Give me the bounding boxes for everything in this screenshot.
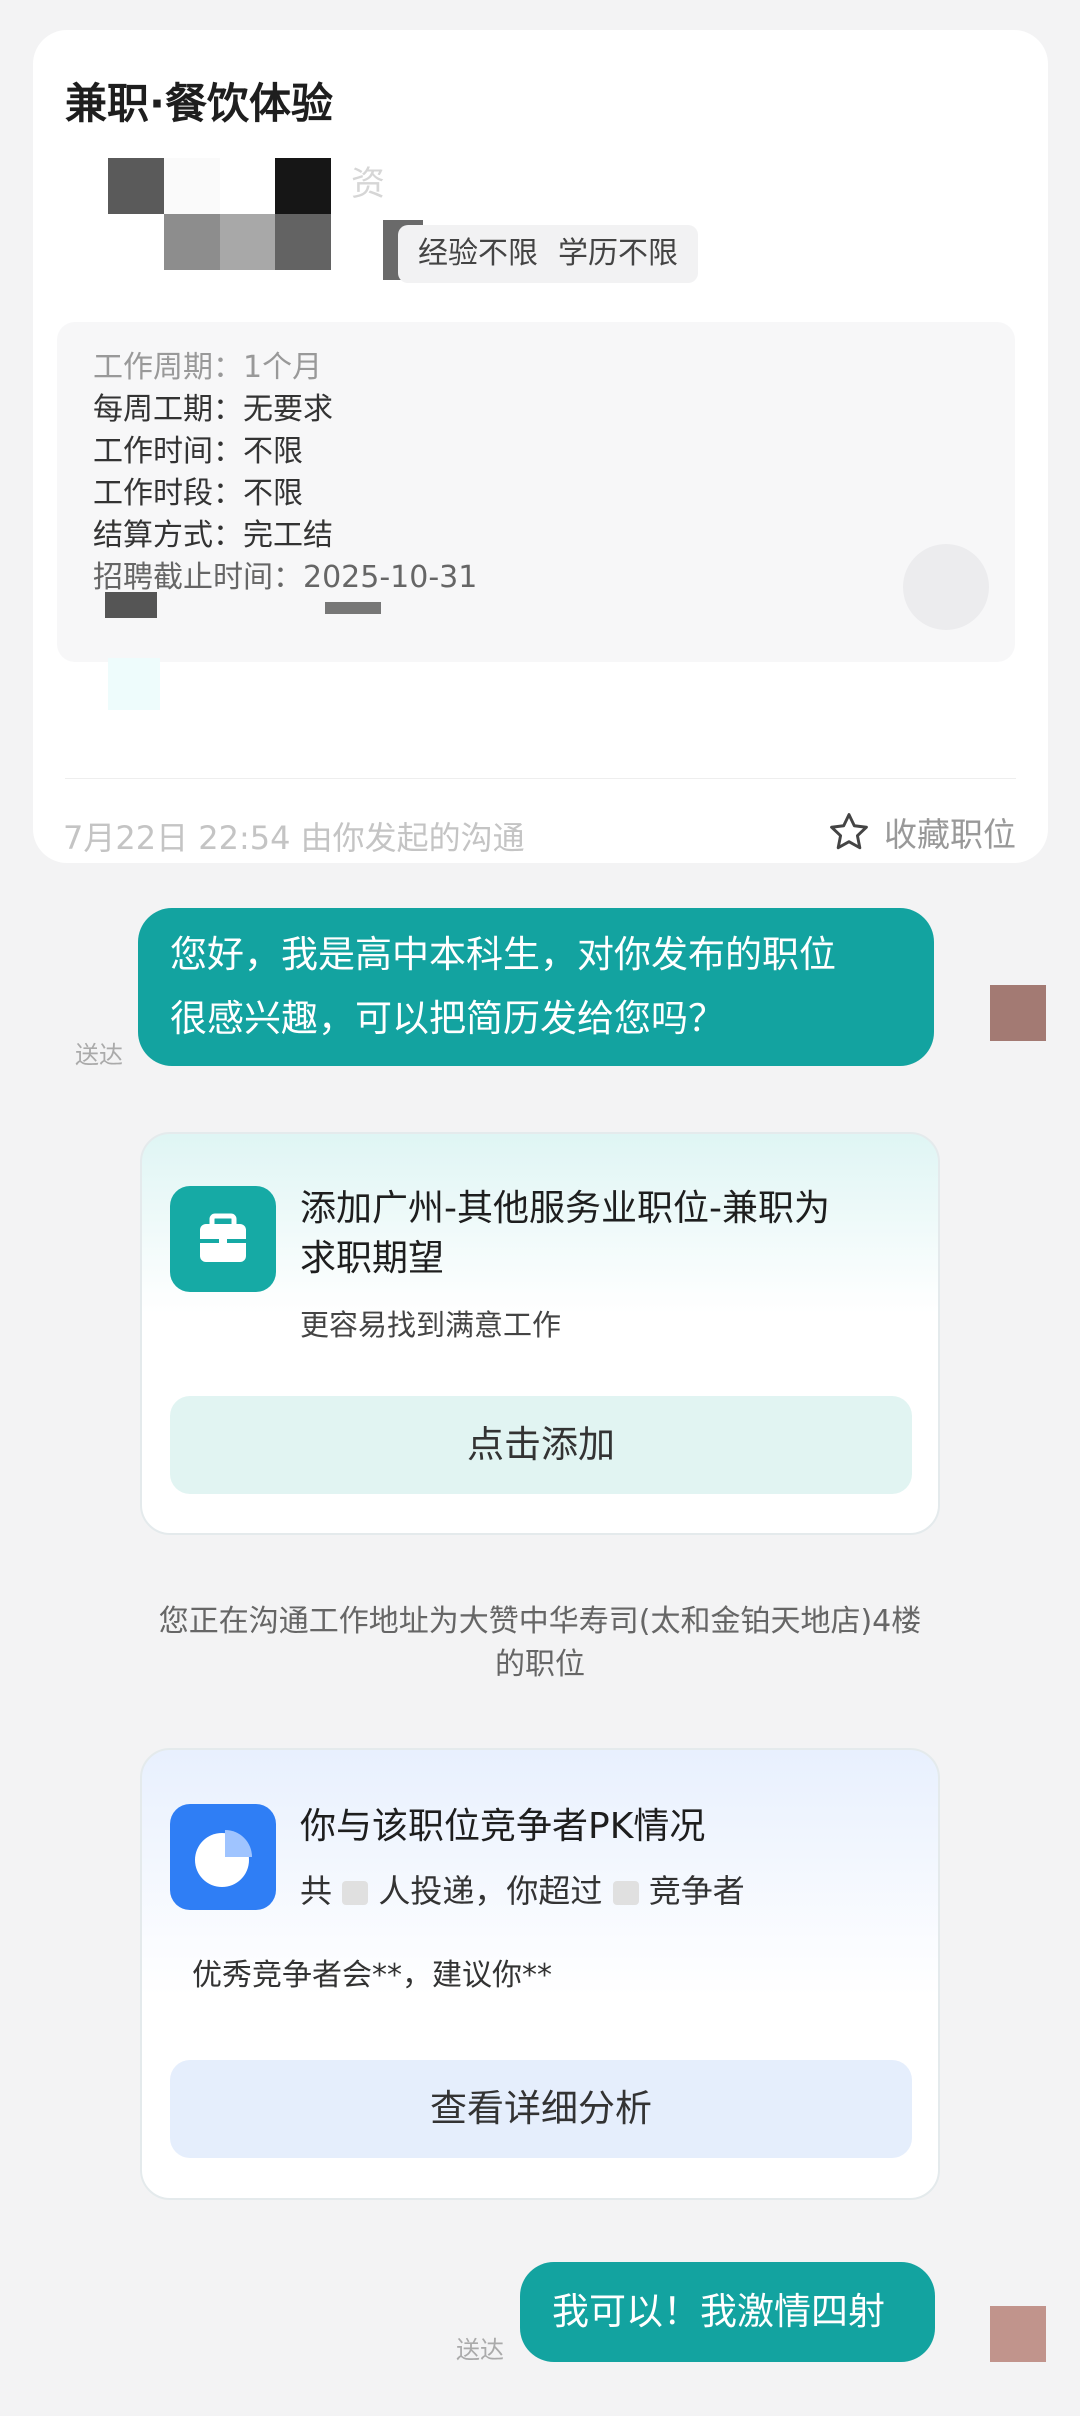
pixelated-block	[325, 602, 381, 614]
salary-fragment: 资	[351, 164, 385, 204]
address-notice-line2: 的职位	[495, 1647, 585, 1682]
hidden-count	[612, 1881, 639, 1905]
job-details-panel: 工作周期：1个月 每周工期：无要求 工作时间：不限 工作时段：不限 结算方式：完…	[57, 322, 1015, 662]
message-bubble-sent[interactable]: 您好，我是高中本科生，对你发布的职位 很感兴趣，可以把简历发给您吗？	[138, 908, 934, 1066]
message-line: 很感兴趣，可以把简历发给您吗？	[170, 997, 725, 1040]
pk-advice: 优秀竞争者会**，建议你**	[192, 1958, 552, 1993]
favorite-job-button[interactable]: 收藏职位	[826, 808, 1016, 856]
pk-stat-prefix: 共	[300, 1872, 333, 1910]
briefcase-icon	[170, 1186, 276, 1292]
detail-deadline: 招聘截止时间：2025-10-31	[93, 560, 478, 595]
message-status: 送达	[75, 1041, 123, 1069]
detail-settlement: 结算方式：完工结	[93, 518, 333, 553]
tag-experience: 经验不限	[398, 225, 558, 283]
pixelated-block	[105, 592, 157, 618]
pk-stats: 共 人投递，你超过 竞争者	[300, 1866, 745, 1912]
job-title: 兼职·餐饮体验	[65, 79, 333, 128]
expectation-title-line2: 求职期望	[300, 1238, 445, 1279]
job-expectation-card: 添加广州-其他服务业职位-兼职为 求职期望 更容易找到满意工作 点击添加	[140, 1132, 940, 1535]
avatar[interactable]	[990, 985, 1046, 1041]
pk-stat-suffix: 竞争者	[648, 1872, 745, 1910]
expectation-title-line1: 添加广州-其他服务业职位-兼职为	[300, 1188, 830, 1229]
address-notice-line1: 您正在沟通工作地址为大赞中华寿司(太和金铂天地店)4楼	[158, 1604, 922, 1639]
message-status: 送达	[456, 2336, 504, 2364]
chat-start-time: 7月22日 22:54 由你发起的沟通	[63, 819, 525, 857]
competitor-pk-card: 你与该职位竞争者PK情况 共 人投递，你超过 竞争者 优秀竞争者会**，建议你*…	[140, 1748, 940, 2200]
add-expectation-button[interactable]: 点击添加	[170, 1396, 912, 1494]
expectation-subtitle: 更容易找到满意工作	[300, 1308, 562, 1342]
avatar[interactable]	[990, 2306, 1046, 2362]
tag-education: 学历不限	[538, 225, 698, 283]
pk-stat-mid: 人投递，你超过	[378, 1872, 603, 1910]
star-icon	[830, 813, 868, 850]
pie-chart-icon	[170, 1804, 276, 1910]
view-analysis-button[interactable]: 查看详细分析	[170, 2060, 912, 2158]
pk-title: 你与该职位竞争者PK情况	[300, 1806, 706, 1847]
detail-period: 工作周期：1个月	[93, 350, 323, 385]
detail-weekly: 每周工期：无要求	[93, 392, 333, 427]
message-bubble-sent[interactable]: 我可以！我激情四射	[520, 2262, 935, 2362]
message-line: 您好，我是高中本科生，对你发布的职位	[170, 933, 836, 976]
address-notice: 您正在沟通工作地址为大赞中华寿司(太和金铂天地店)4楼 的职位	[140, 1600, 940, 1686]
pixelated-block	[108, 658, 160, 710]
job-card[interactable]: 兼职·餐饮体验 资 经验不限 学历不限 工作周期：1个月 每周工期：无要求 工作…	[33, 30, 1048, 863]
favorite-label: 收藏职位	[884, 815, 1016, 854]
detail-timeslot: 工作时段：不限	[93, 476, 303, 511]
divider	[65, 778, 1016, 779]
hidden-count	[342, 1881, 369, 1905]
detail-hours: 工作时间：不限	[93, 434, 303, 469]
clock-icon	[903, 544, 989, 630]
